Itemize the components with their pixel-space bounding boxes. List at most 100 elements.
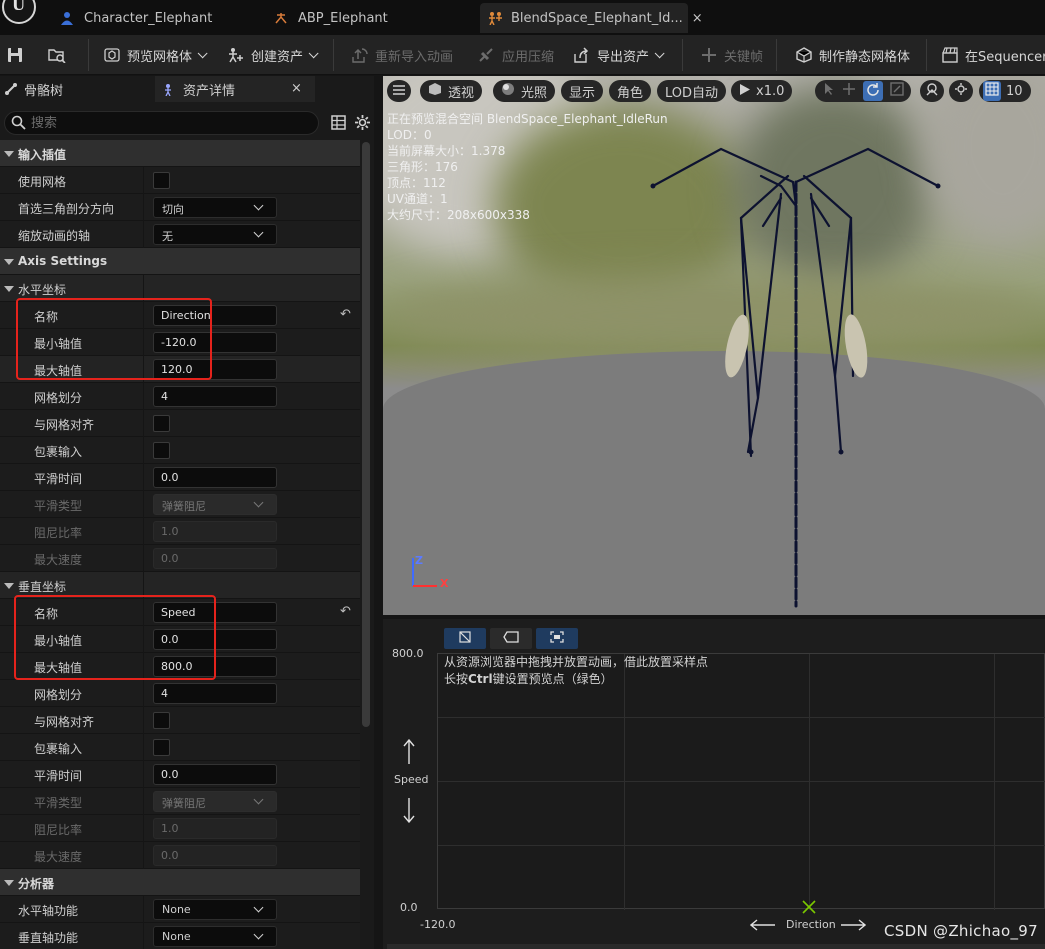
h-wrap-checkbox[interactable]: [153, 442, 170, 459]
keyframe-button[interactable]: 关键帧: [700, 41, 763, 69]
rotate-icon[interactable]: [862, 81, 883, 101]
make-static-mesh-button[interactable]: 制作静态网格体: [795, 41, 910, 69]
section-input-interpolation[interactable]: 输入插值: [0, 140, 360, 167]
prop-h-min: 最小轴值 -120.0: [0, 329, 360, 356]
reset-arrow-icon[interactable]: ↶: [340, 307, 351, 322]
prop-v-snap: 与网格对齐: [0, 707, 360, 734]
blend-space-grid[interactable]: [437, 653, 1045, 914]
select-arrow-icon[interactable]: [823, 82, 835, 100]
tab-label: BlendSpace_Elephant_Id...: [511, 10, 683, 26]
column-divider: [143, 383, 144, 410]
v-wrap-checkbox[interactable]: [153, 739, 170, 756]
v-axis-name-field[interactable]: Speed: [153, 602, 277, 623]
viewport-menu-button[interactable]: [387, 80, 411, 102]
gear-icon[interactable]: [354, 114, 371, 134]
v-axis-max-field[interactable]: 800.0: [153, 656, 277, 677]
search-input[interactable]: [31, 115, 311, 132]
unreal-logo[interactable]: U: [0, 0, 38, 28]
section-axis-settings[interactable]: Axis Settings: [0, 248, 360, 275]
apply-compression-button[interactable]: 应用压缩: [478, 41, 554, 69]
tab-label: ABP_Elephant: [298, 10, 388, 26]
preview-point-marker[interactable]: [802, 900, 816, 917]
h-axis-max-field[interactable]: 120.0: [153, 359, 277, 380]
sequencer-button[interactable]: 在Sequencer中: [941, 41, 1045, 69]
search-icon: [11, 115, 26, 133]
scale-icon[interactable]: [889, 82, 904, 100]
preview-viewport[interactable]: 透视 光照 显示 角色 LOD自动 x1.0 10 正在预览混合空间 Blend…: [383, 76, 1045, 615]
column-divider: [143, 221, 144, 248]
table-view-icon[interactable]: [331, 115, 346, 133]
camera-focus-button[interactable]: [920, 80, 944, 102]
character-button[interactable]: 角色: [609, 80, 652, 102]
close-icon[interactable]: ×: [692, 11, 703, 26]
y-axis-title: Speed: [394, 773, 429, 786]
h-grid-divisions-field[interactable]: 4: [153, 386, 277, 407]
reimport-animation-button[interactable]: 重新导入动画: [351, 41, 453, 69]
axis-x-label: X: [440, 577, 449, 590]
section-analyzer[interactable]: 分析器: [0, 869, 360, 896]
tab-abp-elephant[interactable]: ABP_Elephant: [274, 3, 388, 33]
grid-icon: [983, 81, 1001, 101]
arrow-down-icon: [403, 797, 415, 826]
use-grid-checkbox[interactable]: [153, 172, 170, 189]
move-icon[interactable]: [842, 82, 856, 100]
h-axis-name-field[interactable]: Direction: [153, 305, 277, 326]
tab-blendspace[interactable]: BlendSpace_Elephant_Id... ×: [480, 3, 703, 33]
column-divider: [143, 788, 144, 815]
prop-label: 阻尼比率: [34, 526, 83, 540]
h-axis-min-field[interactable]: -120.0: [153, 332, 277, 353]
h-analysis-function-select[interactable]: None: [153, 899, 277, 920]
show-button[interactable]: 显示: [561, 80, 604, 102]
create-asset-label: 创建资产: [251, 49, 304, 65]
perspective-button[interactable]: 透视: [420, 80, 483, 102]
save-button[interactable]: [6, 41, 30, 69]
playback-speed-button[interactable]: x1.0: [731, 80, 793, 102]
column-divider: [143, 302, 144, 329]
lit-button[interactable]: 光照: [493, 80, 556, 102]
tab-asset-details[interactable]: 资产详情 ×: [155, 76, 315, 102]
export-asset-button[interactable]: 导出资产: [573, 41, 665, 69]
create-asset-button[interactable]: 创建资产: [227, 41, 319, 69]
lit-label: 光照: [521, 85, 548, 101]
lod-button[interactable]: LOD自动: [657, 80, 727, 102]
v-grid-divisions-field[interactable]: 4: [153, 683, 277, 704]
v-analysis-function-select[interactable]: None: [153, 926, 277, 947]
reset-arrow-icon[interactable]: ↶: [340, 604, 351, 619]
show-labels-toggle[interactable]: [490, 628, 532, 649]
v-axis-min-field[interactable]: 0.0: [153, 629, 277, 650]
v-smoothing-field[interactable]: 0.0: [153, 764, 277, 785]
fit-view-toggle[interactable]: [536, 628, 578, 649]
subsection-label: 水平坐标: [18, 283, 67, 297]
prop-label: 最大轴值: [34, 364, 83, 378]
preview-mesh-button[interactable]: 预览网格体: [103, 41, 208, 69]
subsection-vertical-axis[interactable]: 垂直坐标: [0, 572, 360, 599]
v-snap-checkbox[interactable]: [153, 712, 170, 729]
subsection-horizontal-axis[interactable]: 水平坐标: [0, 275, 360, 302]
grid-line: [809, 654, 810, 910]
prop-h-wrap: 包裹输入: [0, 437, 360, 464]
h-smoothing-field[interactable]: 0.0: [153, 467, 277, 488]
scrollbar[interactable]: [362, 142, 370, 727]
grid-line: [438, 781, 1045, 782]
triangulation-toggle[interactable]: [444, 628, 486, 649]
tab-skeleton-tree[interactable]: 骨骼树: [0, 76, 152, 102]
stat-vertices: 顶点：112: [387, 176, 446, 190]
prop-h-analysis-function: 水平轴功能 None: [0, 896, 360, 923]
stat-previewing: 正在预览混合空间 BlendSpace_Elephant_IdleRun: [387, 112, 668, 126]
prop-label: 平滑时间: [34, 472, 83, 486]
close-icon[interactable]: ×: [291, 81, 302, 96]
drag-drop-hint: 从资源浏览器中拖拽并放置动画，借此放置采样点: [444, 655, 709, 669]
column-divider: [143, 275, 144, 302]
triangulation-direction-select[interactable]: 切向: [153, 197, 277, 218]
surface-snap-button[interactable]: [949, 80, 973, 102]
h-snap-checkbox[interactable]: [153, 415, 170, 432]
scale-axis-select[interactable]: 无: [153, 224, 277, 245]
browse-button[interactable]: [48, 41, 72, 69]
toolbar-divider: [776, 39, 777, 71]
prop-label: 名称: [34, 607, 59, 621]
grid-snap-button[interactable]: 10: [979, 80, 1031, 102]
timeline-strip[interactable]: [387, 944, 1045, 949]
select-value: 切向: [162, 203, 184, 216]
tab-character-elephant[interactable]: Character_Elephant: [60, 3, 212, 33]
lighting-sphere-icon: [501, 82, 515, 100]
